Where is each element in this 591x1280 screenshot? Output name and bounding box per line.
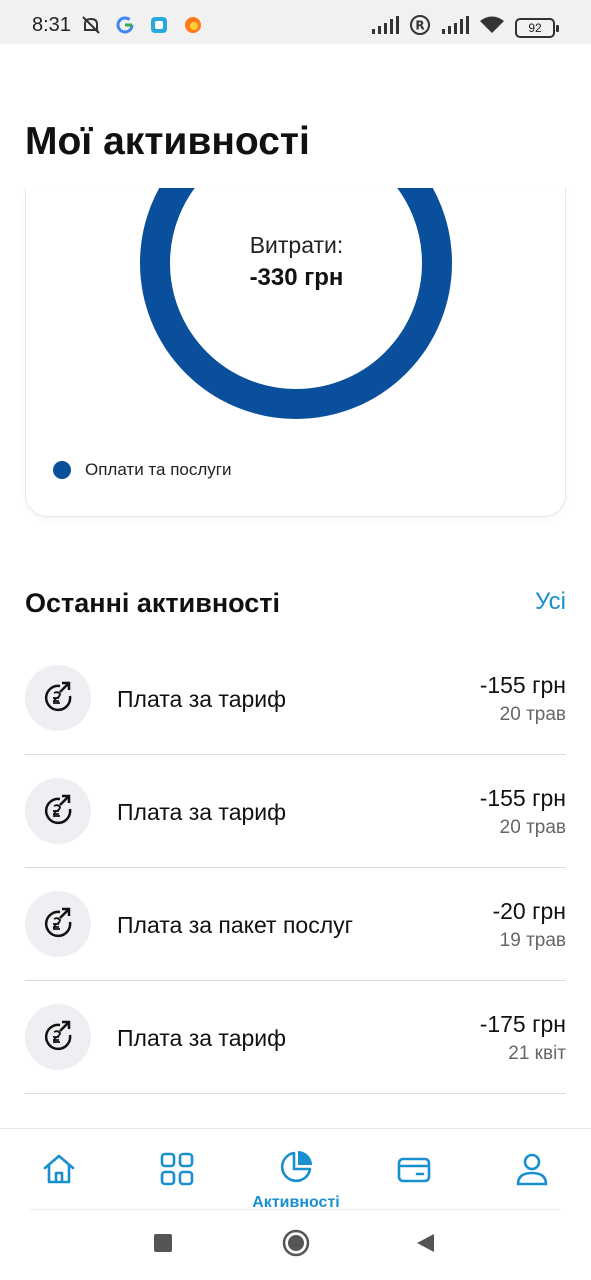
- donut-label: Витрати:: [249, 232, 344, 258]
- chart-legend: Оплати та послуги: [53, 460, 231, 480]
- signal-icon: [371, 15, 399, 40]
- activity-list: Плата за тариф -155 грн 20 трав Плата за…: [25, 642, 566, 1094]
- activity-date: 19 трав: [499, 930, 566, 951]
- signal-icon: [441, 15, 469, 40]
- home-icon: [41, 1151, 77, 1192]
- app-icon: [148, 14, 170, 36]
- activity-date: 20 трав: [499, 817, 566, 838]
- nav-activities[interactable]: Активності: [235, 1149, 357, 1211]
- recents-button[interactable]: [152, 1232, 174, 1259]
- status-time: 8:31: [32, 14, 71, 36]
- firefox-icon: [182, 14, 204, 36]
- activity-amount: -20 грн: [492, 898, 566, 924]
- nav-profile[interactable]: [502, 1151, 562, 1201]
- wifi-icon: [479, 15, 505, 40]
- legend-label: Оплати та послуги: [85, 460, 232, 479]
- section-title: Останні активності: [25, 588, 281, 618]
- payment-icon: [25, 1004, 91, 1070]
- donut-chart: [140, 188, 452, 419]
- payment-icon: [25, 891, 91, 957]
- activity-amount: -155 грн: [479, 785, 566, 811]
- activity-row[interactable]: Плата за тариф -155 грн 20 трав: [25, 755, 566, 868]
- nav-payments[interactable]: [384, 1151, 444, 1201]
- activity-row[interactable]: Плата за тариф -175 грн 21 квіт: [25, 981, 566, 1094]
- user-icon: [514, 1151, 550, 1192]
- legend-dot: [53, 461, 71, 479]
- roaming-icon: R: [409, 14, 431, 41]
- activity-amount: -175 грн: [479, 1011, 566, 1037]
- google-icon: [114, 14, 136, 36]
- activity-title: Плата за пакет послуг: [117, 912, 353, 938]
- activity-amount: -155 грн: [479, 672, 566, 698]
- home-button[interactable]: [282, 1229, 310, 1262]
- chart-segment-payments: [140, 188, 452, 419]
- page-title: Мої активності: [25, 120, 310, 163]
- see-all-link[interactable]: Усі: [535, 588, 566, 616]
- activity-date: 20 трав: [499, 704, 566, 725]
- grid-icon: [159, 1151, 195, 1192]
- status-bar: 8:31 R 92: [0, 0, 591, 44]
- activity-title: Плата за тариф: [117, 799, 287, 825]
- card-icon: [396, 1151, 432, 1192]
- activity-row[interactable]: Плата за тариф -155 грн 20 трав: [25, 642, 566, 755]
- payment-icon: [25, 665, 91, 731]
- mute-icon: [80, 14, 102, 36]
- back-button[interactable]: [414, 1232, 436, 1259]
- activity-date: 21 квіт: [508, 1043, 566, 1064]
- expenses-chart-card: Витрати: -330 грн Оплати та послуги: [25, 188, 566, 517]
- activity-title: Плата за тариф: [117, 686, 287, 712]
- nav-services[interactable]: [147, 1151, 207, 1201]
- system-nav-bar: [0, 1210, 591, 1280]
- donut-value: -330 грн: [249, 264, 344, 291]
- bottom-nav: Активності: [0, 1128, 591, 1211]
- activity-row[interactable]: Плата за пакет послуг -20 грн 19 трав: [25, 868, 566, 981]
- pie-chart-icon: [278, 1149, 314, 1190]
- battery-icon: 92: [515, 17, 559, 38]
- payment-icon: [25, 778, 91, 844]
- activity-title: Плата за тариф: [117, 1025, 287, 1051]
- nav-home[interactable]: [29, 1151, 89, 1201]
- svg-text:R: R: [415, 19, 424, 33]
